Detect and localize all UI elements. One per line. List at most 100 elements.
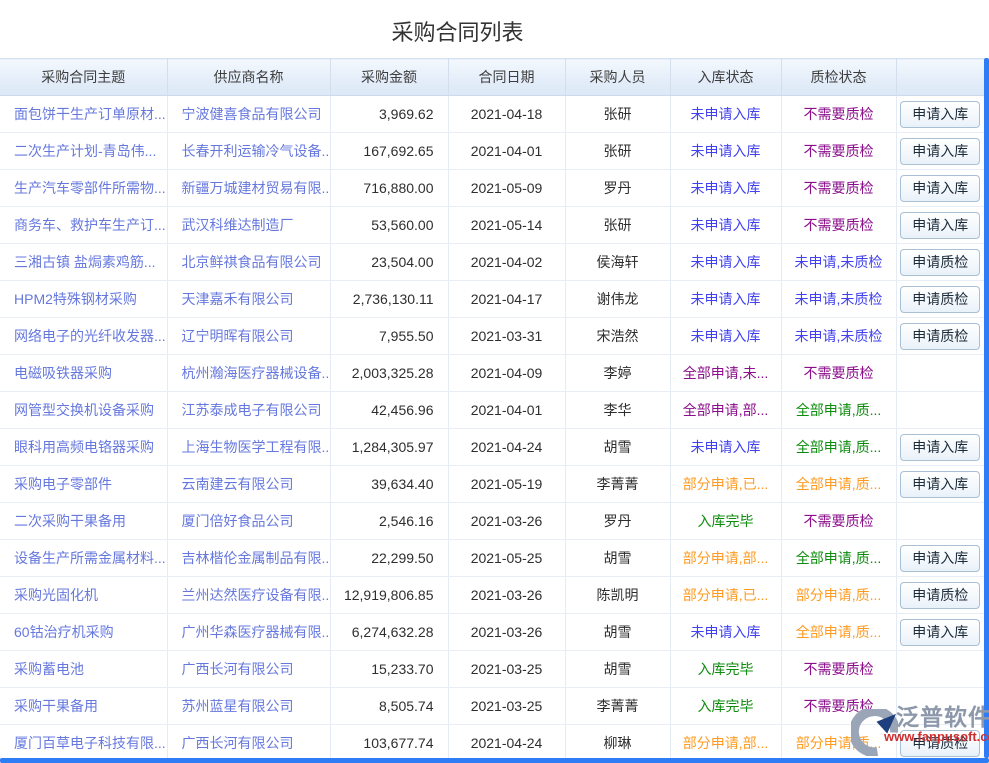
contract-subject-link[interactable]: 商务车、救护车生产订... xyxy=(14,217,166,233)
table-row: 电磁吸铁器采购杭州瀚海医疗器械设备...2,003,325.282021-04-… xyxy=(0,355,984,392)
person-cell: 谢伟龙 xyxy=(565,281,670,318)
action-cell: 申请质检 xyxy=(896,725,984,762)
contract-subject-link[interactable]: 眼科用高频电铬器采购 xyxy=(14,439,154,455)
table-row: HPM2特殊钢材采购天津嘉禾有限公司2,736,130.112021-04-17… xyxy=(0,281,984,318)
contract-subject-link[interactable]: 生产汽车零部件所需物... xyxy=(14,180,166,196)
horizontal-scrollbar[interactable] xyxy=(0,758,989,763)
subject-cell: 电磁吸铁器采购 xyxy=(0,355,167,392)
supplier-link[interactable]: 广州华森医疗器械有限... xyxy=(182,624,331,640)
contract-subject-link[interactable]: 二次采购干果备用 xyxy=(14,513,126,529)
supplier-link[interactable]: 新疆万城建材贸易有限... xyxy=(182,180,331,196)
column-header-5: 采购人员 xyxy=(565,59,670,96)
stock-status: 部分申请,部... xyxy=(683,735,769,751)
contract-subject-link[interactable]: HPM2特殊钢材采购 xyxy=(14,291,137,307)
action-cell: 申请入库 xyxy=(896,170,984,207)
supplier-link[interactable]: 广西长河有限公司 xyxy=(182,735,294,751)
stock-status: 未申请入库 xyxy=(691,217,761,233)
date-cell: 2021-05-25 xyxy=(448,540,565,577)
supplier-link[interactable]: 苏州蓝星有限公司 xyxy=(182,698,294,714)
qc-status-cell: 不需要质检 xyxy=(781,133,896,170)
apply-stock-in-button[interactable]: 申请入库 xyxy=(900,212,980,239)
qc-status-cell: 未申请,未质检 xyxy=(781,281,896,318)
subject-cell: 厦门百草电子科技有限... xyxy=(0,725,167,762)
action-cell: 申请质检 xyxy=(896,244,984,281)
stock-status: 入库完毕 xyxy=(698,513,754,529)
supplier-link[interactable]: 北京鲜祺食品有限公司 xyxy=(182,254,322,270)
action-cell: 申请质检 xyxy=(896,281,984,318)
contract-subject-link[interactable]: 采购电子零部件 xyxy=(14,476,112,492)
apply-stock-in-button[interactable]: 申请入库 xyxy=(900,138,980,165)
amount-cell: 2,546.16 xyxy=(330,503,448,540)
supplier-link[interactable]: 辽宁明晖有限公司 xyxy=(182,328,294,344)
supplier-link[interactable]: 云南建云有限公司 xyxy=(182,476,294,492)
supplier-link[interactable]: 兰州达然医疗设备有限... xyxy=(182,587,331,603)
contract-subject-link[interactable]: 二次生产计划-青岛伟... xyxy=(14,143,156,159)
contract-subject-link[interactable]: 电磁吸铁器采购 xyxy=(14,365,112,381)
apply-stock-in-button[interactable]: 申请入库 xyxy=(900,619,980,646)
table-body: 面包饼干生产订单原材...宁波健喜食品有限公司3,969.622021-04-1… xyxy=(0,96,984,762)
person-cell: 胡雪 xyxy=(565,429,670,466)
supplier-cell: 广西长河有限公司 xyxy=(167,651,330,688)
qc-status: 不需要质检 xyxy=(804,661,874,677)
apply-stock-in-button[interactable]: 申请入库 xyxy=(900,434,980,461)
amount-cell: 2,003,325.28 xyxy=(330,355,448,392)
apply-qc-button[interactable]: 申请质检 xyxy=(900,730,980,757)
apply-stock-in-button[interactable]: 申请入库 xyxy=(900,545,980,572)
contract-subject-link[interactable]: 采购蓄电池 xyxy=(14,661,84,677)
person-cell: 张研 xyxy=(565,96,670,133)
supplier-cell: 广西长河有限公司 xyxy=(167,725,330,762)
apply-qc-button[interactable]: 申请质检 xyxy=(900,582,980,609)
contract-subject-link[interactable]: 厦门百草电子科技有限... xyxy=(14,735,166,751)
contract-subject-link[interactable]: 60钴治疗机采购 xyxy=(14,624,114,640)
action-cell: 申请入库 xyxy=(896,466,984,503)
supplier-link[interactable]: 杭州瀚海医疗器械设备... xyxy=(182,365,331,381)
contract-subject-link[interactable]: 网管型交换机设备采购 xyxy=(14,402,154,418)
person-cell: 李婷 xyxy=(565,355,670,392)
supplier-link[interactable]: 江苏泰成电子有限公司 xyxy=(182,402,322,418)
qc-status-cell: 未申请,未质检 xyxy=(781,318,896,355)
qc-status-cell: 不需要质检 xyxy=(781,355,896,392)
amount-cell: 167,692.65 xyxy=(330,133,448,170)
contract-subject-link[interactable]: 网络电子的光纤收发器... xyxy=(14,328,166,344)
supplier-link[interactable]: 天津嘉禾有限公司 xyxy=(182,291,294,307)
supplier-cell: 新疆万城建材贸易有限... xyxy=(167,170,330,207)
supplier-link[interactable]: 吉林楷伦金属制品有限... xyxy=(182,550,331,566)
contract-subject-link[interactable]: 采购干果备用 xyxy=(14,698,98,714)
contract-subject-link[interactable]: 三湘古镇 盐焗素鸡筋... xyxy=(14,254,156,270)
apply-qc-button[interactable]: 申请质检 xyxy=(900,323,980,350)
supplier-link[interactable]: 武汉科维达制造厂 xyxy=(182,217,294,233)
subject-cell: 生产汽车零部件所需物... xyxy=(0,170,167,207)
subject-cell: 采购干果备用 xyxy=(0,688,167,725)
stock-status: 未申请入库 xyxy=(691,291,761,307)
vertical-scrollbar[interactable] xyxy=(984,58,989,758)
amount-cell: 3,969.62 xyxy=(330,96,448,133)
stock-status-cell: 未申请入库 xyxy=(670,133,781,170)
qc-status-cell: 全部申请,质... xyxy=(781,614,896,651)
table-row: 采购干果备用苏州蓝星有限公司8,505.742021-03-25李菁菁入库完毕不… xyxy=(0,688,984,725)
apply-qc-button[interactable]: 申请质检 xyxy=(900,286,980,313)
contract-subject-link[interactable]: 设备生产所需金属材料... xyxy=(14,550,166,566)
qc-status-cell: 未申请,未质检 xyxy=(781,244,896,281)
apply-qc-button[interactable]: 申请质检 xyxy=(900,249,980,276)
contract-subject-link[interactable]: 采购光固化机 xyxy=(14,587,98,603)
table-row: 生产汽车零部件所需物...新疆万城建材贸易有限...716,880.002021… xyxy=(0,170,984,207)
contract-subject-link[interactable]: 面包饼干生产订单原材... xyxy=(14,106,166,122)
supplier-link[interactable]: 长春开利运输冷气设备... xyxy=(182,143,331,159)
supplier-link[interactable]: 上海生物医学工程有限... xyxy=(182,439,331,455)
person-cell: 李菁菁 xyxy=(565,466,670,503)
subject-cell: 设备生产所需金属材料... xyxy=(0,540,167,577)
subject-cell: 二次采购干果备用 xyxy=(0,503,167,540)
supplier-link[interactable]: 厦门倍好食品公司 xyxy=(182,513,294,529)
stock-status-cell: 未申请入库 xyxy=(670,96,781,133)
apply-stock-in-button[interactable]: 申请入库 xyxy=(900,471,980,498)
stock-status-cell: 入库完毕 xyxy=(670,503,781,540)
apply-stock-in-button[interactable]: 申请入库 xyxy=(900,175,980,202)
supplier-cell: 武汉科维达制造厂 xyxy=(167,207,330,244)
stock-status-cell: 未申请入库 xyxy=(670,318,781,355)
apply-stock-in-button[interactable]: 申请入库 xyxy=(900,101,980,128)
stock-status-cell: 未申请入库 xyxy=(670,207,781,244)
qc-status-cell: 部分申请,质... xyxy=(781,577,896,614)
amount-cell: 2,736,130.11 xyxy=(330,281,448,318)
supplier-link[interactable]: 广西长河有限公司 xyxy=(182,661,294,677)
supplier-link[interactable]: 宁波健喜食品有限公司 xyxy=(182,106,322,122)
